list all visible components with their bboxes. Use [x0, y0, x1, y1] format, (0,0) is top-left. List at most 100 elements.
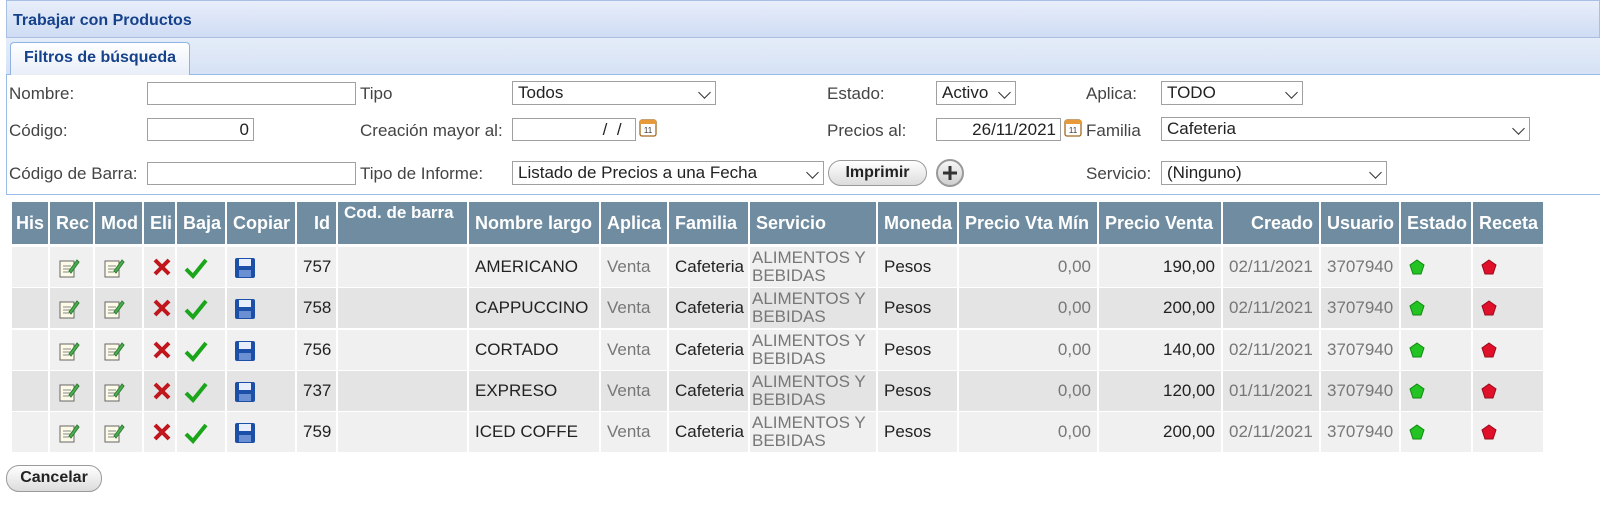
tab-filtros[interactable]: Filtros de búsqueda	[10, 42, 190, 75]
col-precio-venta[interactable]: Precio Venta	[1099, 202, 1223, 244]
calendar-icon[interactable]: 11	[639, 117, 657, 137]
col-servicio[interactable]: Servicio	[750, 202, 878, 244]
cell-receta[interactable]	[1473, 412, 1543, 452]
col-mod[interactable]: Mod	[95, 202, 144, 244]
cell-usuario: 3707940	[1321, 247, 1401, 287]
cell-estado	[1401, 412, 1473, 453]
estado-select[interactable]: Activo	[936, 81, 1016, 105]
cell-eli[interactable]	[144, 288, 177, 329]
window-title: Trabajar con Productos	[13, 12, 192, 29]
cell-baja[interactable]	[177, 329, 227, 370]
red-gem-icon	[1481, 424, 1497, 440]
col-moneda[interactable]: Moneda	[878, 202, 959, 244]
codigo-input[interactable]: 0	[147, 118, 254, 141]
col-familia[interactable]: Familia	[669, 202, 750, 244]
nombre-input[interactable]	[147, 82, 356, 105]
cell-copiar[interactable]	[227, 247, 297, 287]
cell-copiar[interactable]	[227, 329, 297, 370]
col-copiar[interactable]: Copiar	[227, 202, 297, 244]
tipo-select[interactable]: Todos	[512, 81, 716, 105]
cell-baja[interactable]	[177, 247, 227, 287]
cell-mod[interactable]	[95, 370, 144, 411]
table-row[interactable]: 758 CAPPUCCINO Venta Cafeteria ALIMENTOS Y B…	[12, 288, 1543, 329]
cell-his	[12, 329, 50, 370]
col-estado[interactable]: Estado	[1401, 202, 1473, 244]
edit-note-icon	[59, 300, 80, 319]
add-button[interactable]	[936, 159, 964, 187]
cell-baja[interactable]	[177, 412, 227, 453]
precios-al-label: Precios al:	[827, 121, 907, 140]
cell-precio-venta: 200,00	[1099, 412, 1223, 453]
aplica-select[interactable]: TODO	[1161, 81, 1303, 105]
cell-receta[interactable]	[1473, 330, 1543, 370]
tab-strip: Filtros de búsqueda	[6, 38, 1600, 75]
cell-eli[interactable]	[144, 329, 177, 370]
cell-mod[interactable]	[95, 329, 144, 370]
table-row[interactable]: 737 EXPRESO Venta Cafeteria ALIMENTOS Y BEBI…	[12, 370, 1543, 411]
table-row[interactable]: 759 ICED COFFE Venta Cafeteria ALIMENTOS Y B…	[12, 412, 1543, 453]
col-cod-barra[interactable]: Cod. de barra	[338, 202, 469, 244]
col-aplica[interactable]: Aplica	[601, 202, 669, 244]
col-receta[interactable]: Receta	[1473, 202, 1543, 244]
chevron-down-icon	[806, 166, 819, 179]
cell-eli[interactable]	[144, 247, 177, 287]
col-nombre-largo[interactable]: Nombre largo	[469, 202, 601, 244]
cell-rec[interactable]	[50, 247, 95, 287]
cell-nombre: ICED COFFE	[469, 412, 601, 453]
col-rec[interactable]: Rec	[50, 202, 95, 244]
cell-nombre: CORTADO	[469, 329, 601, 370]
cell-receta[interactable]	[1473, 288, 1543, 328]
familia-select[interactable]: Cafeteria	[1161, 117, 1530, 141]
cell-estado	[1401, 247, 1473, 287]
col-creado[interactable]: Creado	[1223, 202, 1321, 244]
cell-rec[interactable]	[50, 370, 95, 411]
floppy-disk-icon	[235, 381, 255, 402]
cell-precio-venta: 200,00	[1099, 288, 1223, 329]
col-his[interactable]: His	[12, 202, 50, 244]
red-x-icon	[153, 382, 171, 400]
precios-al-date-input[interactable]: 26/11/2021	[936, 118, 1061, 141]
red-x-icon	[153, 423, 171, 441]
col-eli[interactable]: Eli	[144, 202, 177, 244]
cell-copiar[interactable]	[227, 370, 297, 411]
tipo-informe-select[interactable]: Listado de Precios a una Fecha	[512, 161, 824, 185]
codigo-barra-input[interactable]	[147, 162, 356, 185]
cell-mod[interactable]	[95, 412, 144, 453]
cell-precio-min: 0,00	[959, 412, 1099, 453]
cell-moneda: Pesos	[878, 288, 959, 329]
table-row[interactable]: 756 CORTADO Venta Cafeteria ALIMENTOS Y BEBI…	[12, 329, 1543, 370]
cell-nombre: AMERICANO	[469, 247, 601, 287]
table-row[interactable]: 757 AMERICANO Venta Cafeteria ALIMENTOS Y BE…	[12, 247, 1543, 287]
cell-creado: 02/11/2021	[1223, 247, 1321, 287]
cell-eli[interactable]	[144, 370, 177, 411]
creacion-date-input[interactable]: / /	[512, 118, 636, 141]
plus-icon	[943, 166, 957, 180]
col-baja[interactable]: Baja	[177, 202, 227, 244]
cell-mod[interactable]	[95, 288, 144, 329]
cell-rec[interactable]	[50, 412, 95, 453]
cell-moneda: Pesos	[878, 329, 959, 370]
cancel-button[interactable]: Cancelar	[6, 465, 102, 492]
col-precio-min[interactable]: Precio Vta Mín	[959, 202, 1099, 244]
cell-copiar[interactable]	[227, 288, 297, 329]
cell-eli[interactable]	[144, 412, 177, 453]
cell-receta[interactable]	[1473, 247, 1543, 287]
cell-mod[interactable]	[95, 247, 144, 287]
col-id[interactable]: Id	[297, 202, 338, 244]
imprimir-button[interactable]: Imprimir	[828, 160, 927, 186]
cell-receta[interactable]	[1473, 371, 1543, 411]
cell-baja[interactable]	[177, 288, 227, 329]
cell-copiar[interactable]	[227, 412, 297, 453]
col-usuario[interactable]: Usuario	[1321, 202, 1401, 244]
tipo-label: Tipo	[360, 84, 393, 103]
cell-estado	[1401, 288, 1473, 329]
cell-precio-min: 0,00	[959, 288, 1099, 329]
edit-note-icon	[104, 341, 125, 361]
green-check-icon	[184, 300, 208, 321]
cell-baja[interactable]	[177, 370, 227, 411]
codigo-barra-label: Código de Barra:	[9, 164, 138, 183]
cell-rec[interactable]	[50, 329, 95, 370]
servicio-select[interactable]: (Ninguno)	[1161, 161, 1387, 185]
cell-rec[interactable]	[50, 288, 95, 329]
calendar-icon[interactable]: 11	[1064, 117, 1082, 137]
